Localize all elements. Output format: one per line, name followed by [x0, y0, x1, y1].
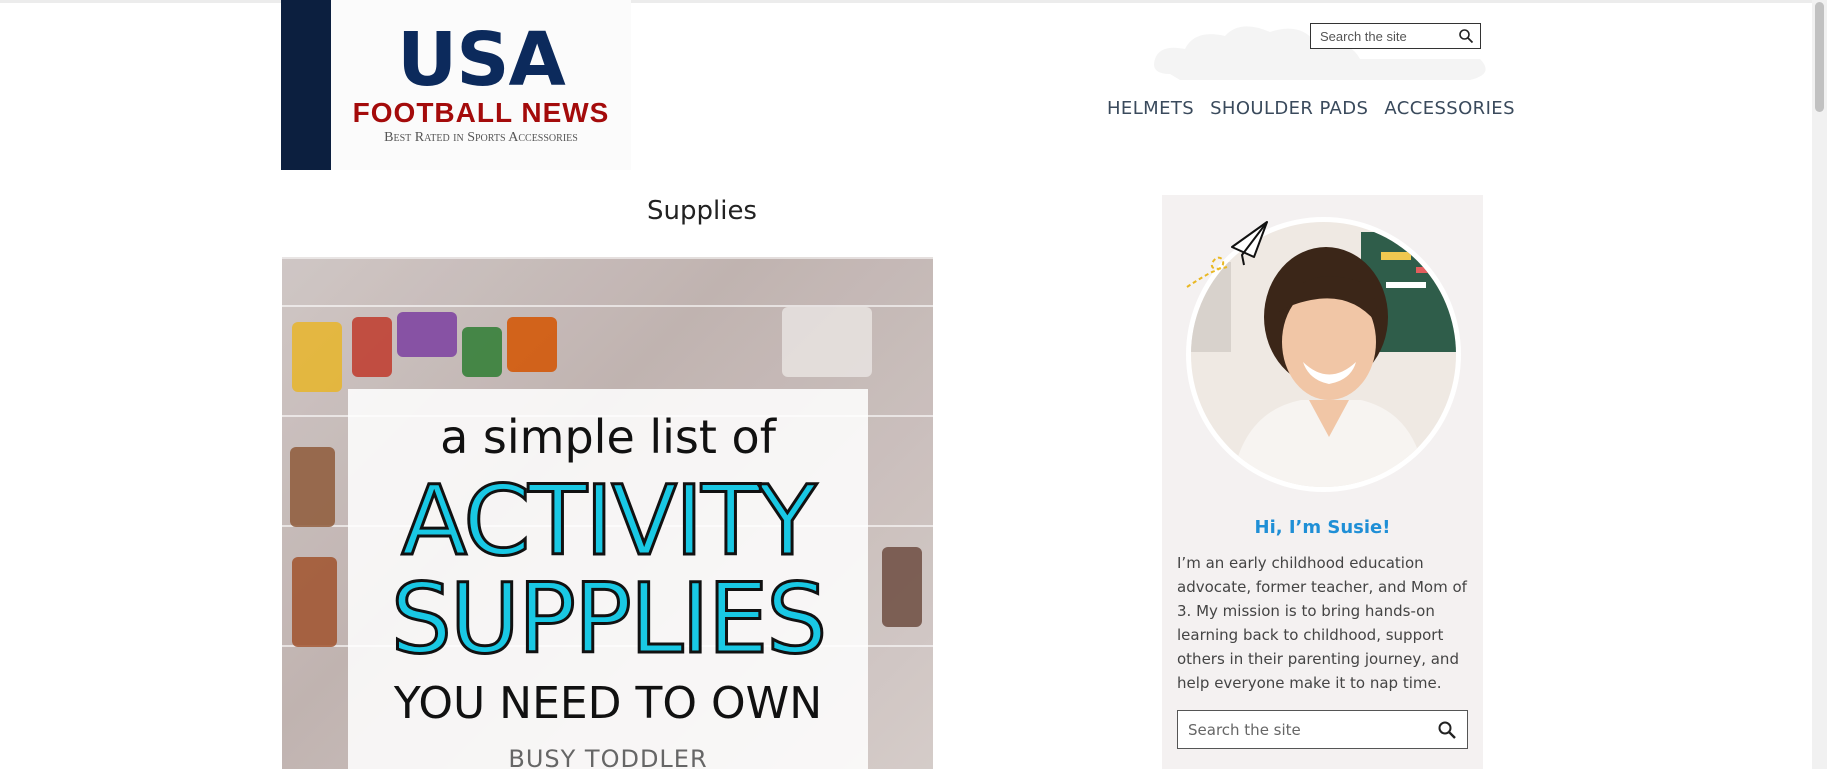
hero-subtitle: a simple list of [440, 410, 776, 464]
page-scrollbar[interactable] [1812, 0, 1827, 769]
sidebar-search-form [1177, 710, 1468, 749]
paper-plane-icon [1186, 221, 1268, 288]
drawer-row [282, 257, 933, 307]
top-border [0, 0, 1812, 3]
hero-tagline: YOU NEED TO OWN [393, 678, 823, 729]
nav-item-helmets[interactable]: HELMETS [1107, 94, 1194, 124]
nav-item-accessories[interactable]: ACCESSORIES [1384, 94, 1515, 124]
logo-usa-text: USA [397, 17, 566, 103]
nav-item-shoulder-pads[interactable]: SHOULDER PADS [1210, 94, 1368, 124]
supply-item [292, 557, 337, 647]
hero-text-card: a simple list of ACTIVITY SUPPLIES YOU N… [348, 389, 868, 769]
header-search-form [1310, 23, 1481, 49]
sidebar-bio: I’m an early childhood education advocat… [1177, 554, 1467, 692]
search-icon[interactable] [1437, 720, 1457, 740]
hero-image[interactable]: a simple list of ACTIVITY SUPPLIES YOU N… [282, 257, 933, 769]
logo-accent-bar [281, 0, 331, 170]
sidebar-greeting: Hi, I’m Susie! [1254, 517, 1391, 538]
sidebar-search-input[interactable] [1178, 711, 1438, 748]
supply-item [352, 317, 392, 377]
page-title: Supplies [647, 196, 757, 226]
site-logo[interactable]: USA FOOTBALL NEWS Best Rated in Sports A… [281, 0, 631, 170]
supply-item [882, 547, 922, 627]
search-icon[interactable] [1458, 28, 1474, 44]
main-nav: HELMETS SHOULDER PADS ACCESSORIES [1107, 94, 1515, 124]
scrollbar-thumb[interactable] [1815, 2, 1824, 112]
supply-item [462, 327, 502, 377]
supply-item [782, 307, 872, 377]
hero-brand: BUSY TODDLER [508, 745, 708, 769]
supply-item [507, 317, 557, 372]
header-search-input[interactable] [1311, 24, 1460, 48]
supply-item [290, 447, 335, 527]
hero-title-supplies: SUPPLIES [389, 563, 828, 675]
supply-item [292, 322, 342, 392]
sidebar-about-widget: Hi, I’m Susie! I’m an early childhood ed… [1162, 195, 1483, 769]
logo-tagline: Best Rated in Sports Accessories [384, 130, 578, 145]
supply-item [397, 312, 457, 357]
logo-football-news-text: FOOTBALL NEWS [352, 97, 610, 128]
hero-title-activity: ACTIVITY [400, 465, 818, 577]
